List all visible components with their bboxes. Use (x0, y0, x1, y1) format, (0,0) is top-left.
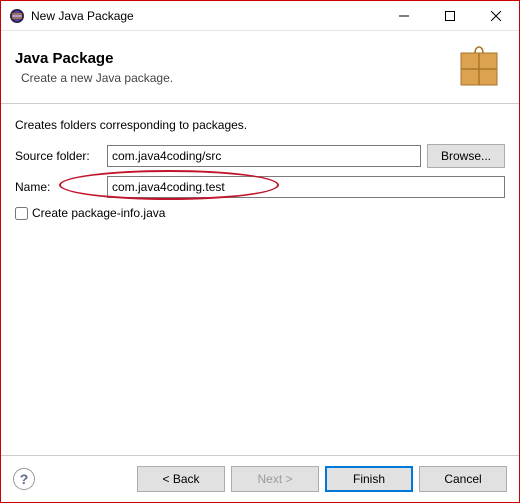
package-info-row: Create package-info.java (15, 206, 505, 220)
next-button: Next > (231, 466, 319, 492)
name-row: Name: (15, 176, 505, 198)
close-button[interactable] (473, 1, 519, 30)
dialog-window: New Java Package Java Package Create a n… (1, 1, 519, 502)
package-info-label: Create package-info.java (32, 206, 165, 220)
name-input-wrap (107, 176, 505, 198)
page-subtitle: Create a new Java package. (21, 71, 453, 85)
package-info-checkbox[interactable] (15, 207, 28, 220)
dialog-header: Java Package Create a new Java package. (1, 31, 519, 104)
finish-button[interactable]: Finish (325, 466, 413, 492)
name-input[interactable] (107, 176, 505, 198)
window-controls (381, 1, 519, 30)
dialog-body: Creates folders corresponding to package… (1, 104, 519, 455)
back-button[interactable]: < Back (137, 466, 225, 492)
browse-button[interactable]: Browse... (427, 144, 505, 168)
window-title: New Java Package (31, 9, 381, 23)
maximize-button[interactable] (427, 1, 473, 30)
help-icon[interactable]: ? (13, 468, 35, 490)
titlebar: New Java Package (1, 1, 519, 31)
description-text: Creates folders corresponding to package… (15, 118, 505, 132)
minimize-button[interactable] (381, 1, 427, 30)
source-folder-input[interactable] (107, 145, 421, 167)
page-title: Java Package (15, 50, 453, 67)
eclipse-icon (9, 8, 25, 24)
cancel-button[interactable]: Cancel (419, 466, 507, 492)
name-label: Name: (15, 180, 107, 194)
source-folder-label: Source folder: (15, 149, 107, 163)
source-folder-row: Source folder: Browse... (15, 144, 505, 168)
package-icon (453, 41, 505, 93)
header-text: Java Package Create a new Java package. (15, 50, 453, 85)
dialog-footer: ? < Back Next > Finish Cancel (1, 455, 519, 502)
